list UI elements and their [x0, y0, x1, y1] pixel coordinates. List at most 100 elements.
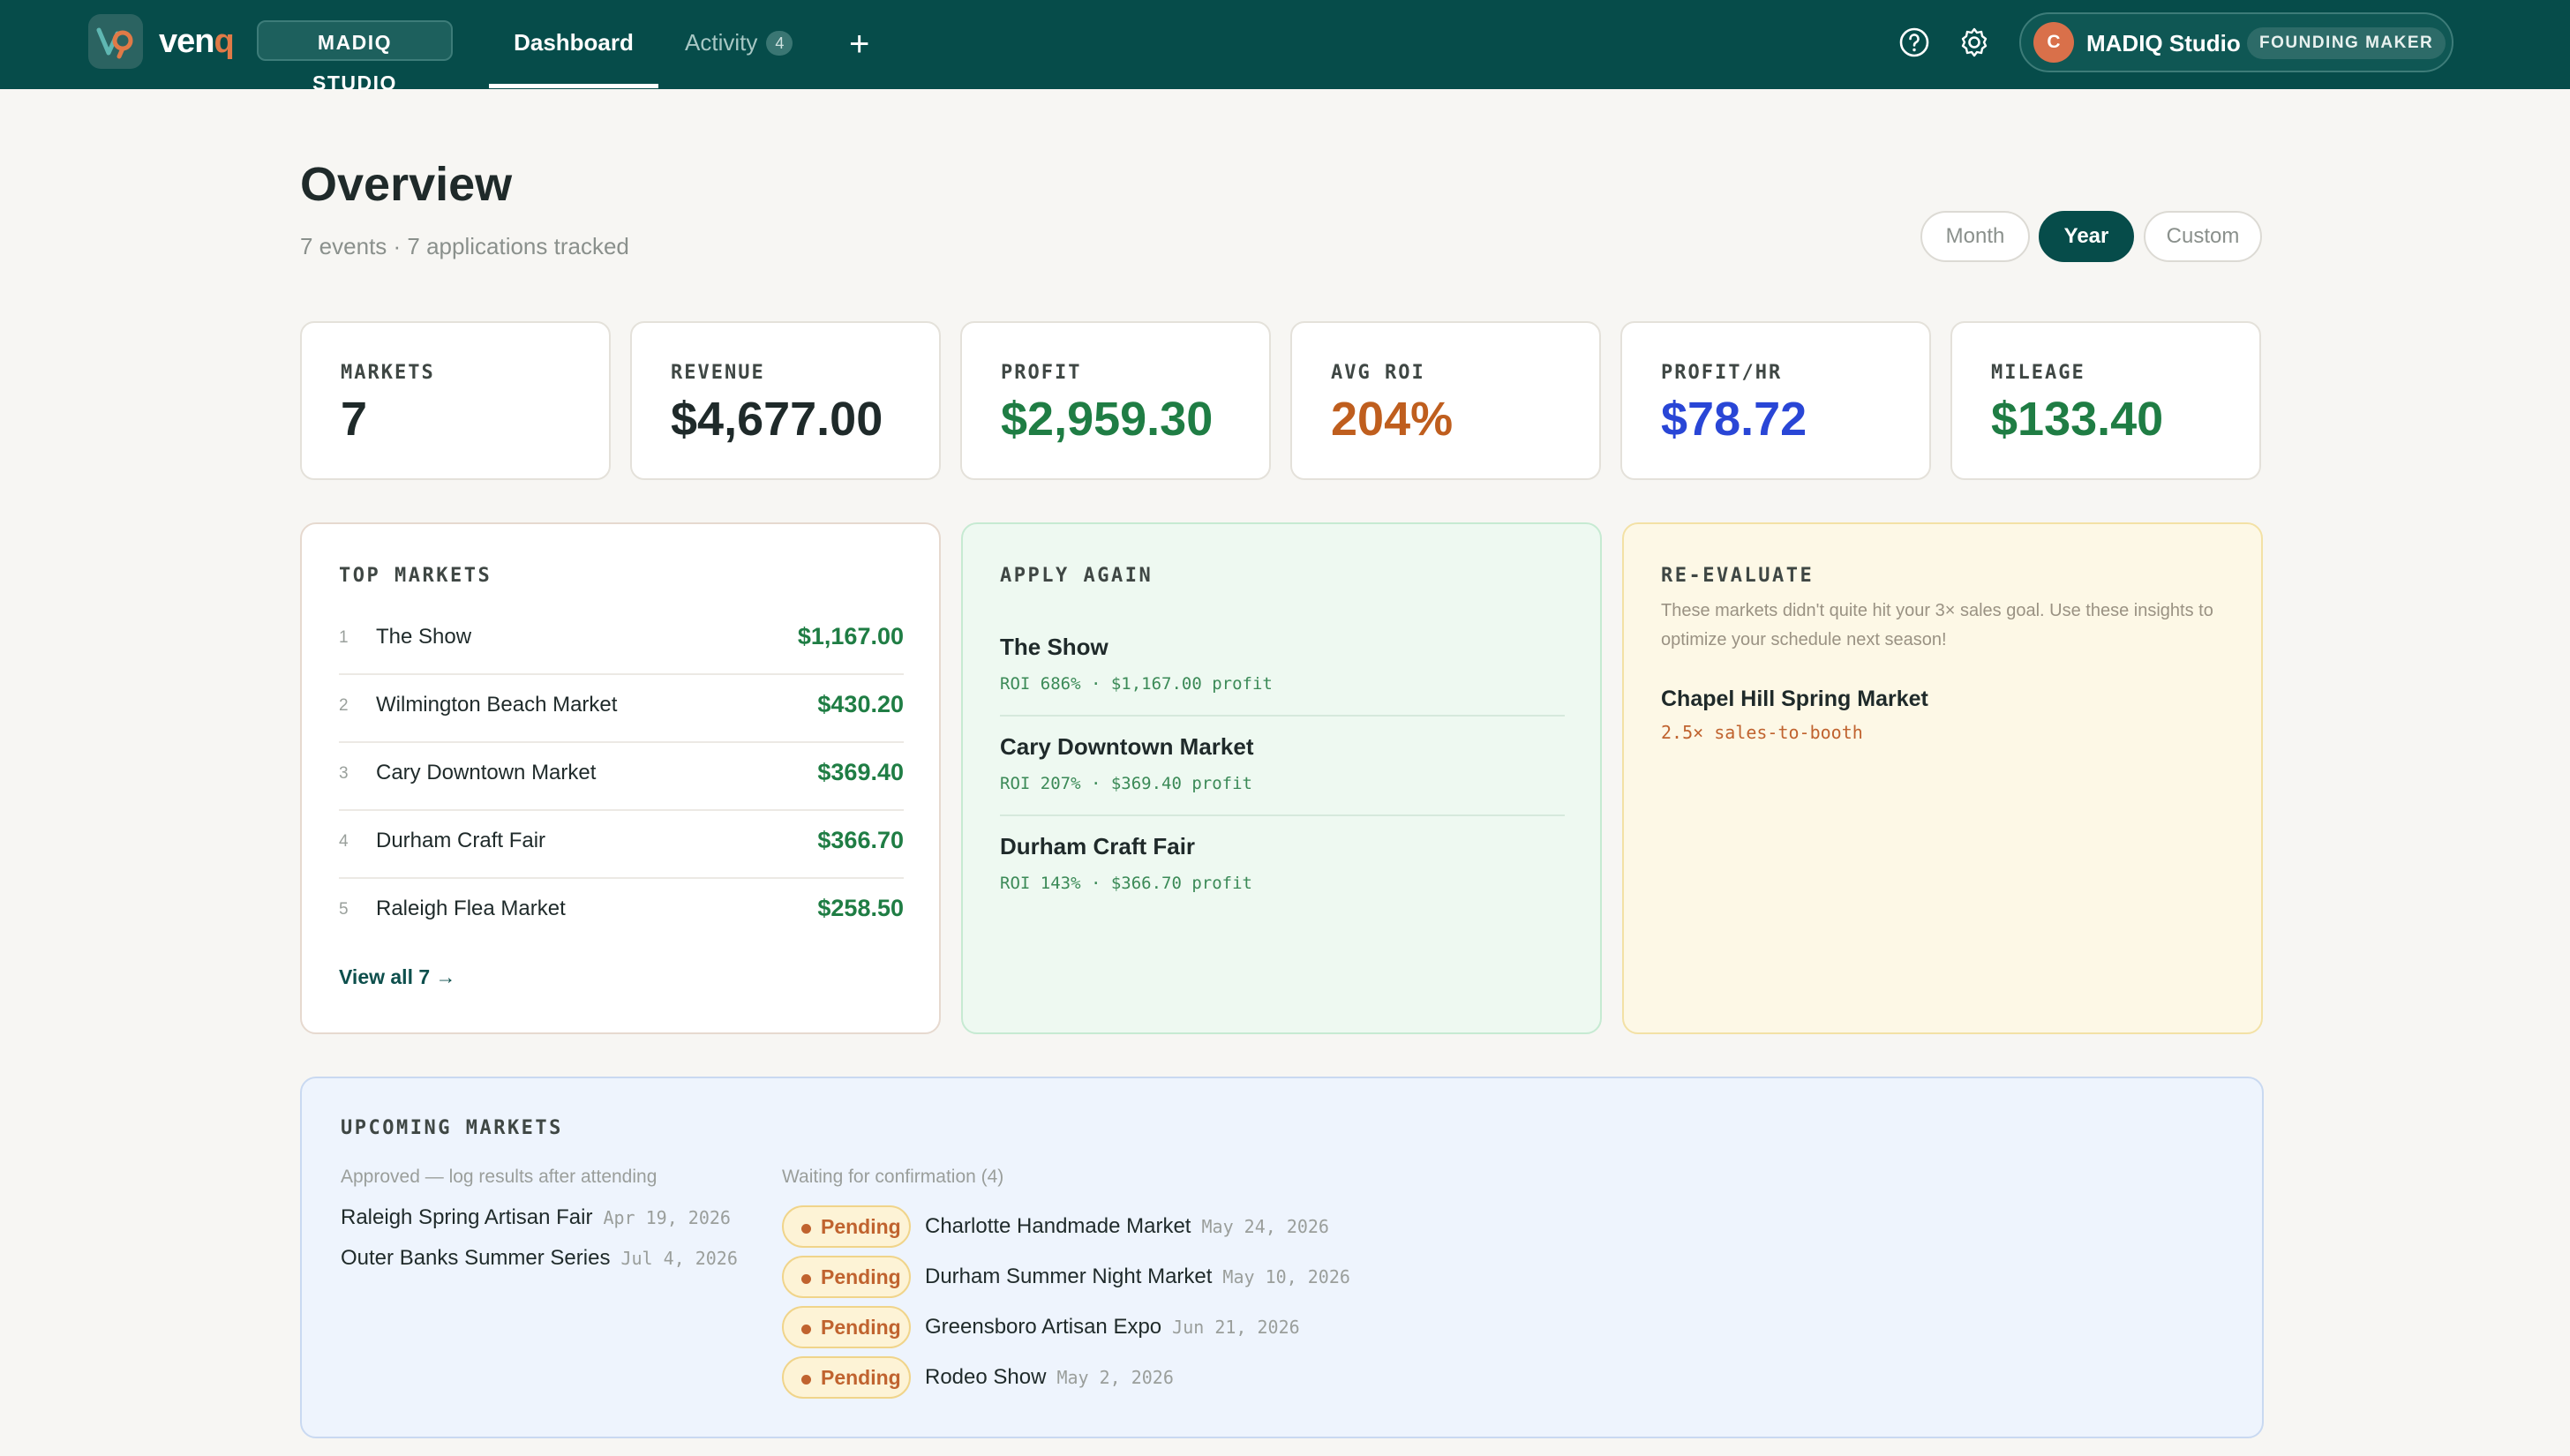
status-dot-icon	[801, 1274, 811, 1284]
approved-market-item[interactable]: Raleigh Spring Artisan Fair Apr 19, 2026	[341, 1205, 731, 1230]
market-name: Cary Downtown Market	[376, 761, 597, 784]
venq-logo-icon[interactable]	[88, 14, 143, 69]
page-title: Overview	[300, 158, 513, 211]
waiting-heading: Waiting for confirmation (4)	[782, 1167, 1004, 1187]
stat-value: 7	[341, 393, 368, 446]
rank-number: 4	[339, 832, 349, 851]
tab-dashboard[interactable]: Dashboard	[489, 0, 658, 89]
top-market-row[interactable]: 1 The Show $1,167.00	[339, 605, 904, 675]
stat-card-markets: MARKETS 7	[300, 321, 611, 480]
market-roi-profit: ROI 207% · $369.40 profit	[1000, 774, 1252, 793]
rank-number: 5	[339, 900, 349, 919]
help-icon[interactable]	[1897, 25, 1932, 60]
apply-again-item[interactable]: Durham Craft Fair ROI 143% · $366.70 pro…	[1000, 815, 1565, 914]
top-nav-bar: venq MADIQ STUDIO Dashboard Activity 4 + …	[0, 0, 2570, 94]
activity-count-badge: 4	[766, 31, 793, 56]
market-name: Durham Craft Fair	[376, 829, 546, 852]
user-menu-button[interactable]: C MADIQ Studio FOUNDING MAKER	[2019, 12, 2454, 72]
market-name: Raleigh Spring Artisan Fair	[341, 1205, 593, 1229]
market-name: Charlotte Handmade Market	[925, 1214, 1191, 1238]
view-all-link[interactable]: View all 7 →	[339, 965, 456, 989]
re-evaluate-panel: RE-EVALUATE These markets didn't quite h…	[1622, 522, 2263, 1034]
status-badge: Pending	[782, 1306, 911, 1348]
range-year-button[interactable]: Year	[2039, 211, 2134, 262]
market-date: Jun 21, 2026	[1172, 1317, 1300, 1338]
market-name: Wilmington Beach Market	[376, 693, 618, 717]
market-date: May 2, 2026	[1056, 1367, 1174, 1388]
status-badge: Pending	[782, 1356, 911, 1399]
status-label: Pending	[821, 1265, 901, 1288]
top-markets-panel: TOP MARKETS 1 The Show $1,167.00 2 Wilmi…	[300, 522, 941, 1034]
add-icon[interactable]: +	[849, 23, 869, 65]
market-date: Jul 4, 2026	[620, 1248, 738, 1269]
avatar: C	[2033, 22, 2074, 63]
page-subtitle: 7 events · 7 applications tracked	[300, 233, 629, 259]
tab-dashboard-label: Dashboard	[514, 29, 634, 56]
market-name: Cary Downtown Market	[1000, 733, 1254, 760]
upcoming-markets-panel: UPCOMING MARKETS Approved — log results …	[300, 1077, 2264, 1438]
market-name: Rodeo Show	[925, 1365, 1047, 1389]
status-dot-icon	[801, 1224, 811, 1234]
apply-again-item[interactable]: Cary Downtown Market ROI 207% · $369.40 …	[1000, 716, 1565, 816]
top-market-row[interactable]: 2 Wilmington Beach Market $430.20	[339, 673, 904, 743]
studio-switcher-button[interactable]: MADIQ STUDIO	[257, 20, 453, 94]
panel-title: UPCOMING MARKETS	[341, 1117, 563, 1139]
status-badge: Pending	[782, 1256, 911, 1298]
stat-label: AVG ROI	[1331, 362, 1425, 384]
rank-number: 1	[339, 628, 349, 647]
market-name: The Show	[376, 625, 472, 649]
market-profit: $258.50	[817, 895, 904, 921]
brand-wordmark[interactable]: venq	[159, 23, 235, 61]
stat-card-profit-per-hour: PROFIT/HR $78.72	[1620, 321, 1931, 480]
market-name[interactable]: Chapel Hill Spring Market	[1661, 687, 1928, 712]
stat-label: REVENUE	[671, 362, 765, 384]
rank-number: 3	[339, 764, 349, 783]
founding-maker-badge: FOUNDING MAKER	[2247, 27, 2446, 59]
stat-label: PROFIT	[1001, 362, 1082, 384]
market-profit: $430.20	[817, 691, 904, 717]
market-profit: $1,167.00	[797, 623, 904, 649]
market-date: May 24, 2026	[1201, 1216, 1329, 1237]
re-evaluate-description: These markets didn't quite hit your 3× s…	[1661, 601, 2213, 649]
market-name: Greensboro Artisan Expo	[925, 1315, 1162, 1339]
stat-value: 204%	[1331, 393, 1454, 446]
rank-number: 2	[339, 696, 349, 715]
apply-again-item[interactable]: The Show ROI 686% · $1,167.00 profit	[1000, 616, 1565, 717]
gear-icon[interactable]	[1957, 25, 1992, 60]
market-date: May 10, 2026	[1222, 1266, 1350, 1287]
market-name: Durham Craft Fair	[1000, 833, 1196, 859]
stat-label: PROFIT/HR	[1661, 362, 1783, 384]
status-badge: Pending	[782, 1205, 911, 1248]
top-market-row[interactable]: 5 Raleigh Flea Market $258.50	[339, 877, 904, 945]
stat-card-avg-roi: AVG ROI 204%	[1290, 321, 1601, 480]
panel-title: RE-EVALUATE	[1661, 565, 1815, 587]
status-dot-icon	[801, 1325, 811, 1334]
active-tab-indicator	[489, 84, 658, 88]
status-label: Pending	[821, 1316, 901, 1339]
market-name: The Show	[1000, 634, 1108, 660]
range-month-button[interactable]: Month	[1920, 211, 2030, 262]
stat-value: $4,677.00	[671, 393, 883, 446]
user-name: MADIQ Studio	[2086, 30, 2241, 56]
top-market-row[interactable]: 3 Cary Downtown Market $369.40	[339, 741, 904, 811]
top-market-row[interactable]: 4 Durham Craft Fair $366.70	[339, 809, 904, 879]
market-roi-profit: ROI 686% · $1,167.00 profit	[1000, 674, 1273, 694]
approved-heading: Approved — log results after attending	[341, 1167, 658, 1187]
approved-market-item[interactable]: Outer Banks Summer Series Jul 4, 2026	[341, 1246, 738, 1271]
panel-title: APPLY AGAIN	[1000, 565, 1153, 587]
status-label: Pending	[821, 1366, 901, 1389]
stat-label: MILEAGE	[1991, 362, 2085, 384]
market-date: Apr 19, 2026	[603, 1207, 731, 1228]
tab-activity[interactable]: Activity 4	[685, 0, 793, 89]
apply-again-panel: APPLY AGAIN The Show ROI 686% · $1,167.0…	[961, 522, 1602, 1034]
market-name: Outer Banks Summer Series	[341, 1246, 611, 1270]
range-custom-button[interactable]: Custom	[2144, 211, 2262, 262]
panel-title: TOP MARKETS	[339, 565, 492, 587]
stat-card-mileage: MILEAGE $133.40	[1950, 321, 2261, 480]
stat-card-revenue: REVENUE $4,677.00	[630, 321, 941, 480]
market-name: Durham Summer Night Market	[925, 1265, 1213, 1288]
stat-card-profit: PROFIT $2,959.30	[960, 321, 1271, 480]
stat-label: MARKETS	[341, 362, 435, 384]
sales-to-booth-ratio: 2.5× sales-to-booth	[1661, 722, 1863, 743]
stat-value: $133.40	[1991, 393, 2164, 446]
